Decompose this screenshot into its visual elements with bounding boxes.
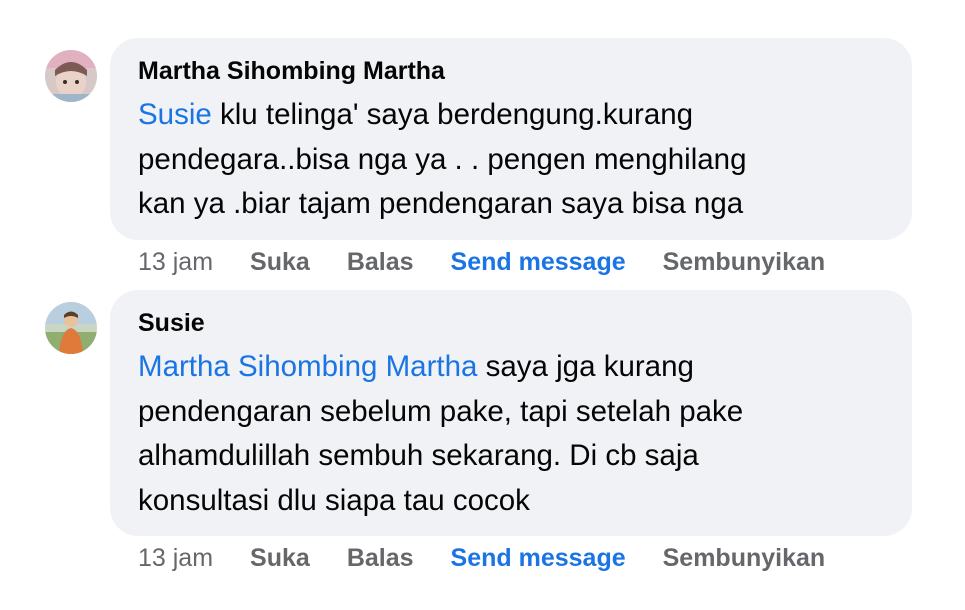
comment-actions: 13 jam Suka Balas Send message Sembunyik… (138, 543, 825, 573)
like-button[interactable]: Suka (250, 247, 310, 277)
send-message-button[interactable]: Send message (451, 247, 626, 277)
comment-author[interactable]: Martha Sihombing Martha (138, 56, 884, 86)
comment-body: klu telinga' saya berdengung.kurang pend… (138, 98, 747, 220)
comment-text: Susie klu telinga' saya berdengung.kuran… (138, 93, 884, 227)
avatar[interactable] (45, 50, 97, 102)
comment-timestamp[interactable]: 13 jam (138, 247, 213, 277)
avatar[interactable] (45, 302, 97, 354)
comment-text: Martha Sihombing Martha saya jga kurang … (138, 345, 884, 523)
comment-author[interactable]: Susie (138, 308, 884, 338)
hide-button[interactable]: Sembunyikan (663, 247, 826, 277)
send-message-button[interactable]: Send message (451, 543, 626, 573)
comment-actions: 13 jam Suka Balas Send message Sembunyik… (138, 247, 825, 277)
hide-button[interactable]: Sembunyikan (663, 543, 826, 573)
reply-button[interactable]: Balas (347, 247, 414, 277)
reply-button[interactable]: Balas (347, 543, 414, 573)
mention-link[interactable]: Susie (138, 98, 212, 131)
mention-link[interactable]: Martha Sihombing Martha (138, 350, 477, 383)
like-button[interactable]: Suka (250, 543, 310, 573)
comment-bubble: Susie Martha Sihombing Martha saya jga k… (110, 290, 912, 536)
comment-timestamp[interactable]: 13 jam (138, 543, 213, 573)
comment-bubble: Martha Sihombing Martha Susie klu teling… (110, 38, 912, 240)
